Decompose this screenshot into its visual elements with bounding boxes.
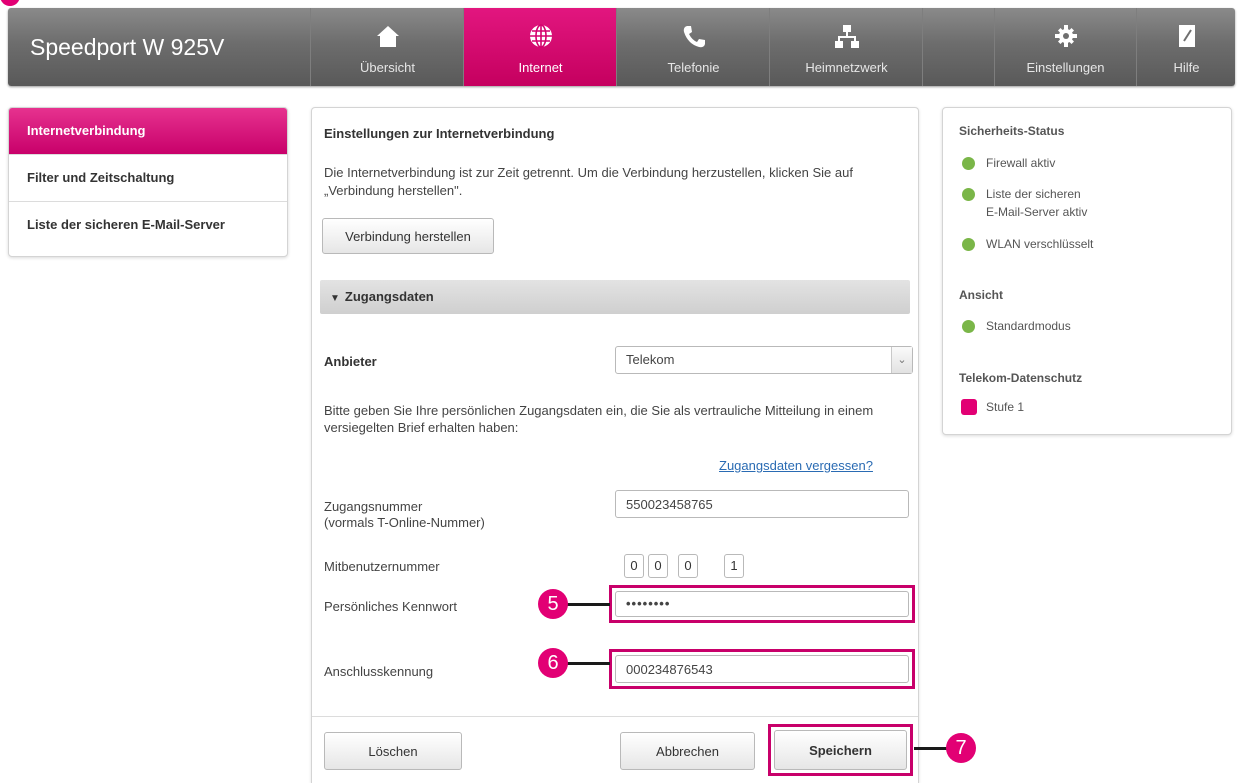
- network-icon: [834, 25, 859, 48]
- status-wlan: WLAN verschlüsselt: [986, 237, 1094, 251]
- provider-selected-value: Telekom: [626, 352, 675, 367]
- nav-tab-home-network[interactable]: Heimnetzwerk: [769, 8, 923, 86]
- co-user-digit-4[interactable]: 1: [724, 554, 744, 578]
- co-user-number-label: Mitbenutzernummer: [324, 559, 440, 574]
- privacy-level: Stufe 1: [986, 400, 1025, 414]
- ok-check-icon: [962, 238, 975, 251]
- forgot-credentials-link[interactable]: Zugangsdaten vergessen?: [719, 458, 873, 473]
- sidebar-menu: Internetverbindung Filter und Zeitschalt…: [8, 107, 288, 257]
- nav-tab-label: Übersicht: [360, 60, 415, 75]
- nav-tab-label: Telefonie: [667, 60, 720, 75]
- nav-tab-help[interactable]: Hilfe: [1136, 8, 1236, 86]
- password-input[interactable]: ••••••••: [615, 591, 909, 617]
- callout-marker-6: 6: [538, 648, 568, 678]
- co-user-digit-2[interactable]: 0: [648, 554, 668, 578]
- callout-marker-5: 5: [538, 589, 568, 619]
- globe-icon: [529, 24, 552, 48]
- provider-label: Anbieter: [324, 354, 377, 369]
- ok-check-icon: [962, 188, 975, 201]
- ok-check-icon: [962, 157, 975, 170]
- callout-6-line: [566, 662, 610, 665]
- phone-icon: [683, 26, 705, 48]
- callout-5-line: [566, 603, 610, 606]
- divider: [312, 716, 918, 717]
- callout-7-line: [914, 747, 950, 750]
- access-number-input[interactable]: [615, 490, 909, 518]
- device-title: Speedport W 925V: [30, 34, 225, 60]
- nav-tab-internet[interactable]: Internet: [463, 8, 617, 86]
- credentials-instructions: Bitte geben Sie Ihre persönlichen Zugang…: [324, 403, 874, 435]
- view-title: Ansicht: [959, 288, 1004, 302]
- connect-button[interactable]: Verbindung herstellen: [322, 218, 494, 254]
- cancel-button[interactable]: Abbrechen: [620, 732, 755, 770]
- nav-tab-label: Internet: [518, 60, 563, 75]
- sidebar-item-internet-connection[interactable]: Internetverbindung: [9, 108, 287, 155]
- connection-id-label: Anschlusskennung: [324, 664, 434, 679]
- help-book-icon: [1178, 25, 1195, 47]
- nav-tab-label: Hilfe: [1173, 60, 1200, 75]
- status-safe-mail-list: Liste der sicheren: [986, 187, 1081, 201]
- provider-select[interactable]: Telekom ⌄: [615, 346, 913, 374]
- security-status-title: Sicherheits-Status: [959, 124, 1065, 138]
- view-mode: Standardmodus: [986, 319, 1071, 333]
- delete-button[interactable]: Löschen: [324, 732, 462, 770]
- co-user-digit-1[interactable]: 0: [624, 554, 644, 578]
- top-navigation-bar: Speedport W 925V Übersicht Internet Tele…: [8, 8, 1235, 86]
- section-title: Zugangsdaten: [344, 289, 434, 304]
- sidebar-item-filter-schedule[interactable]: Filter und Zeitschaltung: [9, 155, 287, 202]
- co-user-digit-3[interactable]: 0: [678, 554, 698, 578]
- brand-corner-mark: [0, 0, 20, 6]
- nav-tab-telephony[interactable]: Telefonie: [616, 8, 770, 86]
- page-title: Einstellungen zur Internetverbindung: [324, 126, 555, 141]
- connection-id-input[interactable]: [615, 655, 909, 683]
- callout-marker-7: 7: [946, 733, 976, 763]
- privacy-level-icon: [961, 399, 977, 415]
- nav-tab-settings[interactable]: Einstellungen: [922, 8, 1137, 86]
- collapse-triangle-icon: ▼: [330, 293, 340, 304]
- privacy-title: Telekom-Datenschutz: [959, 371, 1083, 385]
- status-panel: Sicherheits-Status Firewall aktiv Liste …: [942, 107, 1232, 435]
- password-label: Persönliches Kennwort: [324, 599, 457, 614]
- home-icon: [376, 26, 399, 47]
- main-panel: Einstellungen zur Internetverbindung Die…: [311, 107, 919, 783]
- gear-icon: [1054, 25, 1077, 47]
- nav-tab-label: Einstellungen: [1026, 60, 1105, 75]
- ok-check-icon: [962, 320, 975, 333]
- chevron-down-icon: ⌄: [891, 347, 912, 373]
- nav-tab-overview[interactable]: Übersicht: [310, 8, 464, 86]
- sidebar-item-safe-mail-servers[interactable]: Liste der sicheren E-Mail-Server: [9, 202, 287, 248]
- connection-status-text: Die Internetverbindung ist zur Zeit getr…: [324, 165, 853, 198]
- status-firewall: Firewall aktiv: [986, 156, 1056, 170]
- status-safe-mail-active: E-Mail-Server aktiv: [986, 205, 1088, 219]
- nav-tab-label: Heimnetzwerk: [805, 60, 888, 75]
- save-button[interactable]: Speichern: [774, 730, 907, 770]
- access-number-sublabel: (vormals T-Online-Nummer): [324, 515, 485, 530]
- access-number-label: Zugangsnummer: [324, 499, 423, 514]
- access-data-section-header[interactable]: ▼ Zugangsdaten: [320, 280, 910, 314]
